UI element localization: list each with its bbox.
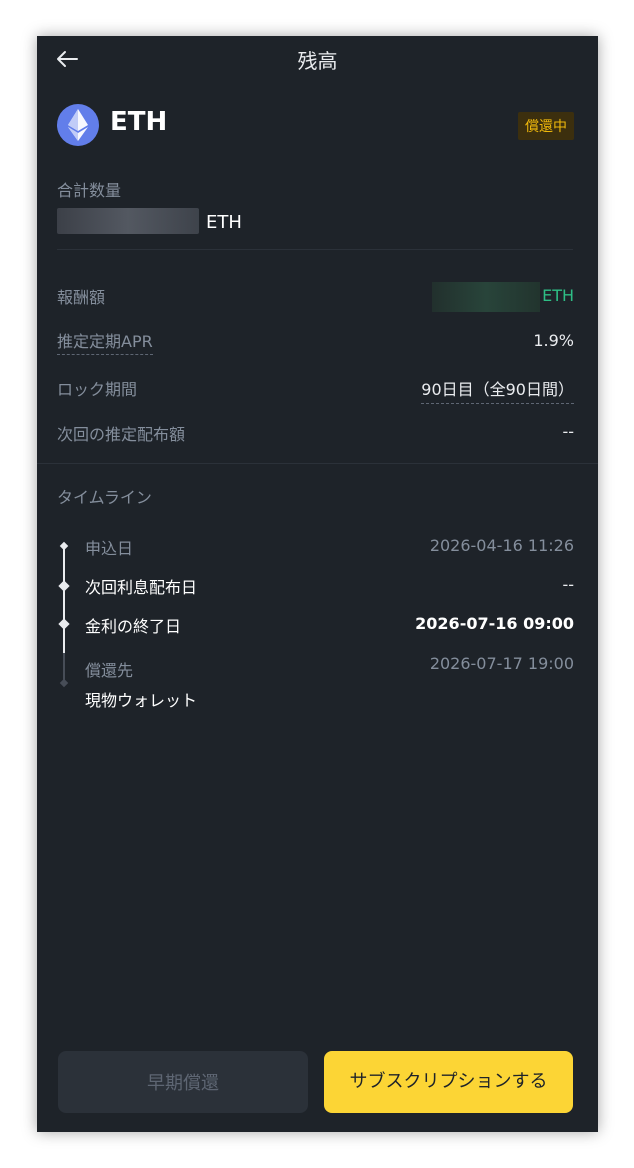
timeline-date-interest-end: 2026-07-16 09:00 bbox=[415, 614, 574, 633]
reward-value-hidden bbox=[432, 282, 540, 312]
total-amount-label: 合計数量 bbox=[57, 181, 122, 200]
page-title: 残高 bbox=[297, 49, 338, 73]
timeline-dot bbox=[58, 618, 70, 630]
timeline-dot bbox=[58, 580, 70, 592]
section-divider bbox=[37, 463, 598, 464]
asset-symbol: ETH bbox=[110, 107, 168, 137]
timeline-redemption-destination: 現物ウォレット bbox=[85, 691, 198, 710]
timeline-dot bbox=[59, 541, 69, 551]
lock-period-value[interactable]: 90日目（全90日間） bbox=[421, 376, 574, 404]
subscribe-button-label: サブスクリプションする bbox=[349, 1071, 548, 1092]
timeline-date-application: 2026-04-16 11:26 bbox=[429, 536, 574, 555]
next-distribution-label: 次回の推定配布額 bbox=[57, 425, 186, 444]
total-amount-unit: ETH bbox=[206, 212, 242, 233]
timeline-date-next-interest: -- bbox=[562, 575, 574, 594]
top-bar: 残高 bbox=[37, 36, 598, 82]
app-screen: 残高 ETH 償還中 合計数量 ETH 報酬額 ETH 推定定期APR 1.9%… bbox=[37, 36, 598, 1132]
subscribe-button[interactable]: サブスクリプションする bbox=[324, 1051, 573, 1113]
early-redeem-button[interactable]: 早期償還 bbox=[58, 1051, 308, 1113]
timeline-label-interest-end: 金利の終了日 bbox=[85, 617, 182, 636]
timeline-dot-pending bbox=[59, 678, 69, 688]
timeline-label-next-interest: 次回利息配布日 bbox=[85, 578, 198, 597]
reward-label: 報酬額 bbox=[57, 288, 106, 307]
divider bbox=[57, 249, 573, 250]
timeline-label-application: 申込日 bbox=[85, 539, 134, 558]
timeline-date-redemption: 2026-07-17 19:00 bbox=[429, 654, 574, 673]
eth-icon bbox=[57, 104, 99, 146]
reward-unit: ETH bbox=[542, 286, 574, 305]
timeline-title: タイムライン bbox=[57, 488, 152, 507]
bottom-action-bar: 早期償還 サブスクリプションする bbox=[37, 1051, 598, 1132]
apr-value: 1.9% bbox=[533, 331, 574, 350]
apr-label[interactable]: 推定定期APR bbox=[57, 328, 153, 355]
timeline-line-active bbox=[63, 546, 65, 653]
asset-header: ETH 償還中 bbox=[57, 102, 578, 146]
lock-period-label: ロック期間 bbox=[57, 380, 138, 399]
status-badge: 償還中 bbox=[518, 112, 574, 140]
timeline-label-redemption: 償還先 bbox=[85, 661, 134, 680]
next-distribution-value: -- bbox=[562, 422, 574, 441]
total-amount-value-hidden bbox=[57, 208, 199, 234]
